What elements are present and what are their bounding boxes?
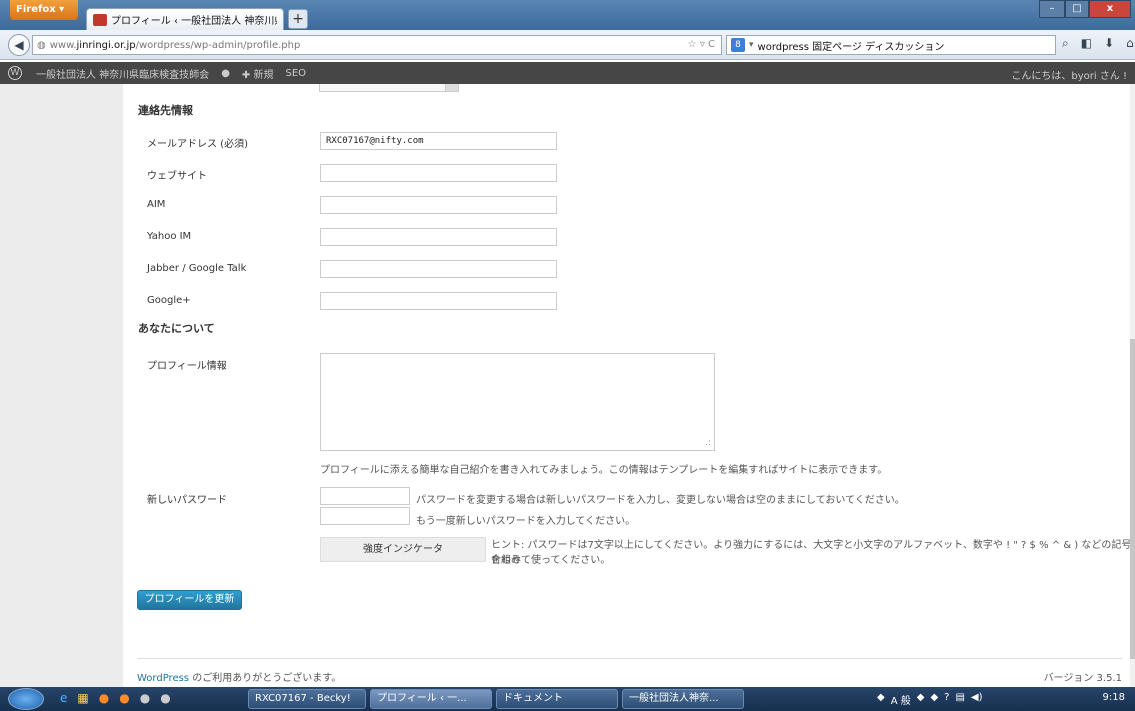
comment-icon[interactable]: ●	[221, 68, 230, 79]
help-icon[interactable]: ?	[944, 692, 949, 707]
taskbar-task-becky[interactable]: RXC07167 - Becky!	[248, 689, 366, 709]
email-label: メールアドレス (必須)	[147, 139, 248, 150]
quick-launch: e ▦ ● ● ● ●	[60, 691, 171, 705]
nav-toolbar-right: ⌕ ◧ ⬇ ⌂	[1062, 36, 1134, 51]
bio-label: プロフィール情報	[147, 361, 227, 372]
password-description: パスワードを変更する場合は新しいパスワードを入力し、変更しない場合は空のままにし…	[416, 495, 905, 506]
about-heading: あなたについて	[138, 322, 215, 335]
display-name-select[interactable]	[319, 84, 459, 92]
footer-thanks: WordPress のご利用ありがとうございます。	[137, 673, 342, 684]
maximize-button[interactable]: □	[1065, 0, 1089, 18]
footer-version: バージョン 3.5.1	[1043, 673, 1122, 684]
admin-sidebar	[0, 84, 123, 687]
tab-profile[interactable]: プロフィール ‹ 一般社団法人 神奈川県...	[86, 8, 284, 30]
app-icon[interactable]: ●	[119, 691, 129, 705]
app-icon[interactable]: ●	[140, 691, 150, 705]
website-field[interactable]	[320, 164, 557, 182]
network-icon[interactable]: ▤	[955, 692, 964, 707]
firefox-icon[interactable]: ●	[99, 691, 109, 705]
site-favicon-icon	[93, 13, 107, 26]
explorer-icon[interactable]: ▦	[77, 691, 88, 705]
confirm-password-field[interactable]	[320, 507, 410, 525]
seo-menu[interactable]: SEO	[286, 68, 307, 79]
arrow-left-icon: ◀	[14, 38, 24, 52]
scrollbar-thumb[interactable]	[1130, 339, 1135, 659]
taskbar-task-word[interactable]: 一般社団法人神奈...	[622, 689, 744, 709]
search-text: wordpress 固定ページ ディスカッション	[757, 41, 945, 53]
google-logo-icon: 8	[731, 38, 745, 52]
gplus-label: Google+	[147, 295, 191, 306]
close-button[interactable]: x	[1089, 0, 1131, 18]
download-icon[interactable]: ⬇	[1104, 36, 1114, 51]
system-tray: ◆ A 般 ◆ ◆ ? ▤ ◀)	[877, 692, 983, 707]
strength-indicator: 強度インジケータ	[320, 537, 486, 562]
firefox-menu-button[interactable]: Firefox ▾	[10, 0, 78, 20]
footer-divider	[137, 658, 1122, 659]
wp-admin-bar: W 一般社団法人 神奈川県臨床検査技師会 ● ✚ 新規 SEO こんにちは、by…	[0, 62, 1135, 84]
windows-taskbar: e ▦ ● ● ● ● RXC07167 - Becky! プロフィール ‹ 一…	[0, 687, 1135, 711]
new-tab-button[interactable]: +	[288, 9, 308, 29]
jabber-label: Jabber / Google Talk	[147, 263, 247, 274]
tray-icon[interactable]: ◆	[917, 692, 925, 707]
start-button[interactable]	[8, 688, 44, 710]
new-content-button[interactable]: ✚ 新規	[242, 66, 274, 81]
tab-title: プロフィール ‹ 一般社団法人 神奈川県...	[111, 16, 277, 27]
jabber-field[interactable]	[320, 260, 557, 278]
search-bar[interactable]: 8 ▾ wordpress 固定ページ ディスカッション	[726, 35, 1056, 55]
window-controls: – □ x	[1039, 0, 1131, 18]
plus-icon: ✚	[241, 69, 251, 81]
volume-icon[interactable]: ◀)	[971, 692, 983, 707]
site-name-link[interactable]: 一般社団法人 神奈川県臨床検査技師会	[36, 66, 209, 81]
password-hint-line2: 合わせて使ってください。	[491, 555, 611, 566]
bookmarks-icon[interactable]: ◧	[1081, 36, 1092, 51]
url-bar[interactable]: ◍ www.jinringi.or.jp/wordpress/wp-admin/…	[32, 35, 722, 55]
firefox-menu-label: Firefox	[16, 4, 56, 15]
globe-icon: ◍	[37, 39, 46, 51]
new-password-field[interactable]	[320, 487, 410, 505]
website-label: ウェブサイト	[147, 171, 207, 182]
yahoo-field[interactable]	[320, 228, 557, 246]
taskbar-task-firefox[interactable]: プロフィール ‹ 一...	[370, 689, 492, 709]
chevron-down-icon: ▾	[749, 40, 754, 50]
email-field[interactable]	[320, 132, 557, 150]
home-icon[interactable]: ⌂	[1126, 36, 1134, 51]
browser-titlebar: Firefox ▾ プロフィール ‹ 一般社団法人 神奈川県... + – □ …	[0, 0, 1135, 30]
aim-label: AIM	[147, 199, 166, 210]
ie-icon[interactable]: e	[60, 691, 67, 705]
taskbar-clock[interactable]: 9:18	[1103, 692, 1125, 703]
bookmark-star-icon[interactable]: ☆ ▿ C	[688, 39, 715, 50]
tray-icon[interactable]: ◆	[930, 692, 938, 707]
ime-icon[interactable]: A 般	[891, 692, 911, 707]
url-text: www.jinringi.or.jp/wordpress/wp-admin/pr…	[49, 39, 301, 51]
bio-textarea[interactable]	[320, 353, 715, 451]
taskbar-task-documents[interactable]: ドキュメント	[496, 689, 618, 709]
greeting-account[interactable]: こんにちは、byori さん !	[1011, 67, 1127, 82]
tray-icon[interactable]: ◆	[877, 692, 885, 707]
browser-navbar: ◀ ◍ www.jinringi.or.jp/wordpress/wp-admi…	[0, 30, 1135, 60]
back-button[interactable]: ◀	[8, 34, 30, 56]
update-profile-button[interactable]: プロフィールを更新	[137, 590, 242, 610]
wordpress-link[interactable]: WordPress	[137, 673, 189, 684]
app-icon[interactable]: ●	[160, 691, 170, 705]
wordpress-logo-icon[interactable]: W	[8, 66, 22, 80]
gplus-field[interactable]	[320, 292, 557, 310]
profile-content: 連絡先情報 メールアドレス (必須) ウェブサイト AIM Yahoo IM J…	[123, 84, 1135, 687]
search-icon[interactable]: ⌕	[1062, 36, 1069, 51]
contact-info-heading: 連絡先情報	[138, 104, 193, 117]
confirm-password-description: もう一度新しいパスワードを入力してください。	[416, 516, 636, 527]
new-password-label: 新しいパスワード	[147, 495, 227, 506]
yahoo-label: Yahoo IM	[147, 231, 192, 242]
bio-description: プロフィールに添える簡単な自己紹介を書き入れてみましょう。この情報はテンプレート…	[320, 465, 888, 476]
minimize-button[interactable]: –	[1039, 0, 1065, 18]
aim-field[interactable]	[320, 196, 557, 214]
